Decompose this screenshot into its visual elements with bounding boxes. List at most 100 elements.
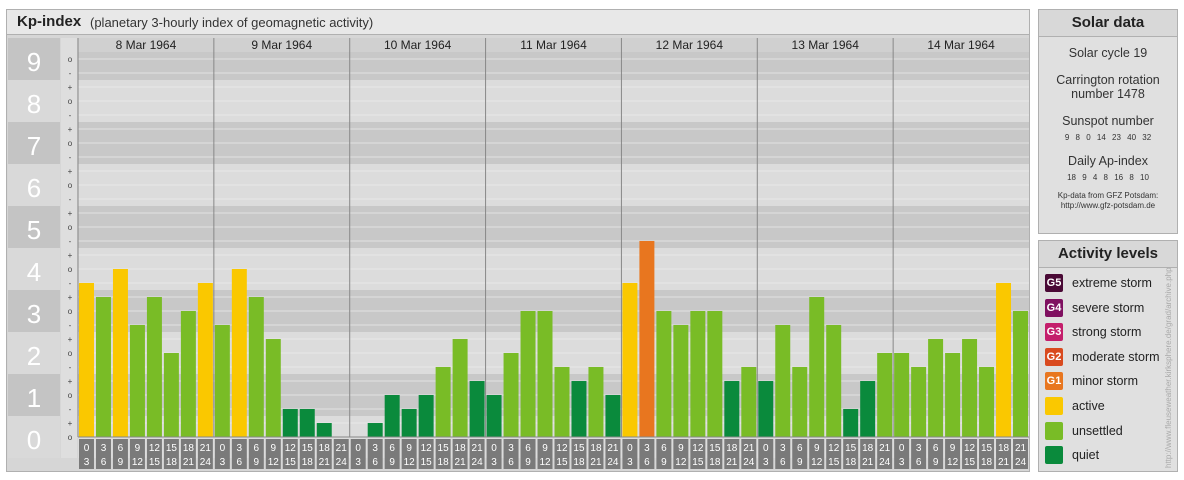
kp-bar [316,423,332,437]
kp-bar [843,408,859,437]
y-minor-label: + [68,377,73,386]
hour-label-end: 21 [726,457,738,468]
y-minor-label: o [68,349,73,358]
hour-label-start: 6 [118,443,124,454]
kp-bar [163,353,179,437]
y-minor-label: o [68,391,73,400]
kp-bar [707,311,723,437]
hour-label-start: 21 [743,443,755,454]
hour-label-start: 12 [149,443,161,454]
hour-label-end: 12 [947,457,959,468]
hour-label-end: 15 [828,457,840,468]
y-tick-label: 8 [27,89,41,119]
hour-label-end: 6 [644,457,650,468]
day-label: 11 Mar 1964 [520,38,587,52]
hour-label-start: 18 [455,443,467,454]
hour-label-end: 15 [692,457,704,468]
solar-data-title: Solar data [1039,10,1177,37]
kp-bar [911,366,927,437]
hour-label-end: 15 [421,457,433,468]
hour-label-start: 12 [285,443,297,454]
sunspot-title: Sunspot number [1062,114,1154,128]
y-minor-label: - [69,195,72,204]
kp-bar [282,408,298,437]
activity-level-label: unsettled [1072,423,1123,438]
hour-label-start: 12 [964,443,976,454]
hour-label-end: 9 [254,457,260,468]
kp-bar [673,324,689,437]
y-minor-label: + [68,293,73,302]
kp-bar [384,395,400,437]
kp-bar [1013,311,1028,437]
kp-bar [435,366,451,437]
hour-label-start: 15 [981,443,993,454]
hour-label-start: 0 [491,443,497,454]
y-minor-label: - [69,363,72,372]
hour-label-start: 15 [166,443,178,454]
activity-level-label: strong storm [1072,325,1142,340]
kp-bar [554,366,570,437]
hour-label-end: 12 [132,457,144,468]
hour-label-end: 6 [916,457,922,468]
hour-label-end: 3 [355,457,361,468]
hour-label-end: 12 [539,457,551,468]
y-minor-label: o [68,433,73,442]
kp-bar [520,311,536,437]
hour-label-end: 18 [981,457,993,468]
y-minor-label: o [68,97,73,106]
day-label: 13 Mar 1964 [792,38,860,52]
kp-bar [129,324,145,437]
activity-level-swatch [1045,421,1063,440]
hour-label-end: 3 [763,457,769,468]
hour-label-end: 9 [933,457,939,468]
hour-label-end: 24 [607,457,619,468]
hour-label-end: 12 [404,457,416,468]
hour-label-start: 9 [678,443,684,454]
hour-label-start: 9 [135,443,141,454]
kp-bar [775,324,791,437]
carrington-line2: number 1478 [1071,87,1145,101]
y-tick-label: 5 [27,215,41,245]
kp-bar [741,366,757,437]
day-label: 10 Mar 1964 [384,38,452,52]
hour-label-end: 15 [149,457,161,468]
y-minor-label: + [68,125,73,134]
hour-label-start: 3 [508,443,514,454]
y-minor-label: - [69,321,72,330]
hour-label-start: 6 [389,443,395,454]
solar-data-panel: Solar data Solar cycle 19 Carrington rot… [1038,9,1178,234]
hour-label-start: 21 [607,443,619,454]
activity-level-swatch: G5 [1045,274,1063,292]
hour-label-end: 3 [491,457,497,468]
kp-bar [894,353,910,437]
kp-bar [724,381,740,437]
hour-label-start: 15 [573,443,585,454]
y-minor-label: + [68,419,73,428]
hour-label-start: 9 [542,443,548,454]
hour-label-end: 24 [1015,457,1027,468]
kp-bar [877,353,893,437]
activity-levels-title: Activity levels [1039,241,1177,268]
hour-label-start: 3 [780,443,786,454]
kp-bar [537,311,553,437]
activity-level-swatch: G3 [1045,323,1063,342]
y-tick-label: 6 [27,173,41,203]
y-minor-label: + [68,167,73,176]
kp-bar [809,297,825,437]
y-minor-label: o [68,55,73,64]
hour-label-start: 3 [916,443,922,454]
kp-bar [860,381,876,437]
kp-bar [248,297,264,437]
y-tick-label: 9 [27,47,41,77]
kp-bar [639,240,655,437]
kp-bar [826,324,842,437]
hour-label-end: 12 [811,457,823,468]
kp-bar [367,423,383,437]
hour-label-end: 6 [237,457,243,468]
day-label: 9 Mar 1964 [251,38,312,52]
y-minor-label: + [68,251,73,260]
hour-label-start: 18 [590,443,602,454]
hour-label-start: 6 [254,443,260,454]
hour-label-start: 12 [692,443,704,454]
activity-level-swatch: G1 [1045,372,1063,391]
